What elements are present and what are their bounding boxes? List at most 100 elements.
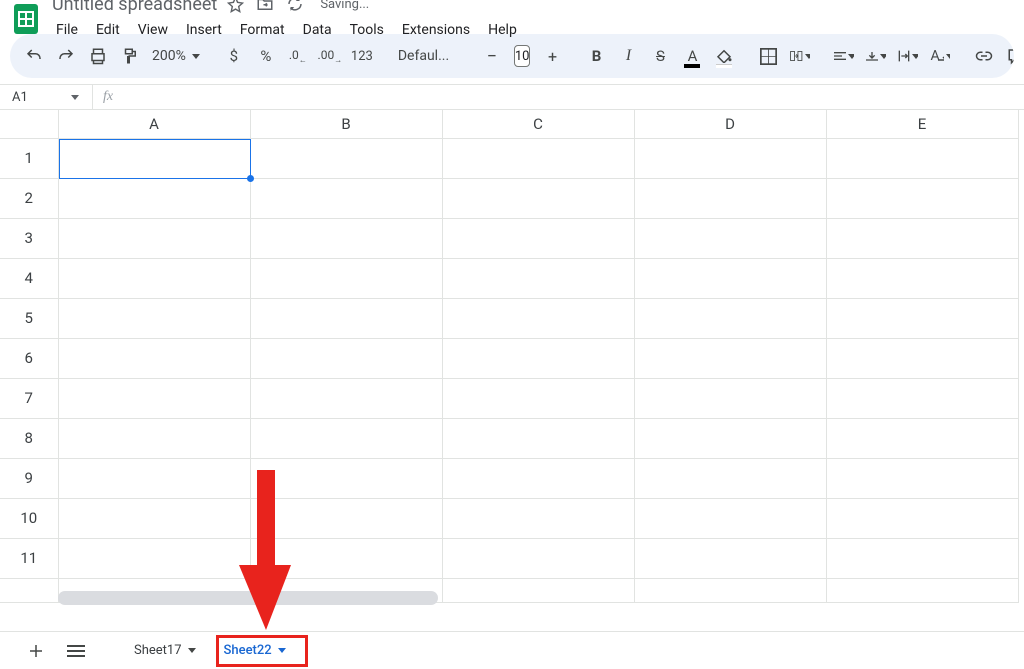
column-header-E[interactable]: E bbox=[826, 110, 1018, 138]
borders-button[interactable] bbox=[754, 41, 782, 71]
row-header-5[interactable]: 5 bbox=[0, 298, 58, 338]
select-all-corner[interactable] bbox=[0, 110, 58, 138]
cell[interactable] bbox=[442, 298, 634, 338]
horizontal-scrollbar[interactable] bbox=[58, 591, 438, 605]
cell[interactable] bbox=[58, 418, 250, 458]
cell[interactable] bbox=[442, 538, 634, 578]
column-header-D[interactable]: D bbox=[634, 110, 826, 138]
more-formats-button[interactable]: 123 bbox=[348, 41, 376, 71]
cell[interactable] bbox=[634, 178, 826, 218]
sheet-tab-menu-icon[interactable] bbox=[188, 648, 196, 653]
increase-font-button[interactable]: + bbox=[538, 41, 566, 71]
cell[interactable] bbox=[826, 138, 1018, 178]
cloud-sync-icon[interactable] bbox=[286, 0, 304, 13]
cell[interactable] bbox=[634, 138, 826, 178]
row-header-6[interactable]: 6 bbox=[0, 338, 58, 378]
cell[interactable] bbox=[634, 418, 826, 458]
font-size-input[interactable]: 10 bbox=[514, 45, 531, 67]
menu-format[interactable]: Format bbox=[232, 18, 293, 42]
column-header-B[interactable]: B bbox=[250, 110, 442, 138]
insert-link-button[interactable] bbox=[970, 41, 998, 71]
undo-button[interactable] bbox=[20, 41, 48, 71]
cell[interactable] bbox=[826, 538, 1018, 578]
cell[interactable] bbox=[634, 378, 826, 418]
add-sheet-button[interactable] bbox=[20, 636, 52, 666]
cell[interactable] bbox=[634, 338, 826, 378]
sheet-tab-sheet22[interactable]: Sheet22 bbox=[214, 636, 296, 666]
cell[interactable] bbox=[58, 458, 250, 498]
cell[interactable] bbox=[58, 538, 250, 578]
cell[interactable] bbox=[634, 298, 826, 338]
increase-decimal-button[interactable]: .00→ bbox=[316, 41, 344, 71]
cell[interactable] bbox=[826, 178, 1018, 218]
name-box-dropdown-icon[interactable] bbox=[58, 95, 92, 100]
row-header-2[interactable]: 2 bbox=[0, 178, 58, 218]
cell[interactable] bbox=[442, 178, 634, 218]
cell[interactable] bbox=[826, 218, 1018, 258]
print-button[interactable] bbox=[84, 41, 112, 71]
cell[interactable] bbox=[442, 378, 634, 418]
cell[interactable] bbox=[826, 258, 1018, 298]
bold-button[interactable]: B bbox=[582, 41, 610, 71]
menu-tools[interactable]: Tools bbox=[342, 18, 392, 42]
move-to-folder-icon[interactable] bbox=[256, 0, 274, 13]
percent-button[interactable]: % bbox=[252, 41, 280, 71]
insert-comment-button[interactable] bbox=[1002, 41, 1014, 71]
cell[interactable] bbox=[250, 218, 442, 258]
document-title[interactable]: Untitled spreadsheet bbox=[48, 0, 221, 17]
cell[interactable] bbox=[58, 298, 250, 338]
strikethrough-button[interactable]: S bbox=[646, 41, 674, 71]
text-rotation-button[interactable]: A bbox=[926, 41, 954, 71]
cell[interactable] bbox=[58, 138, 250, 178]
currency-button[interactable]: $ bbox=[220, 41, 248, 71]
vertical-align-button[interactable] bbox=[862, 41, 890, 71]
cell[interactable] bbox=[250, 338, 442, 378]
horizontal-align-button[interactable] bbox=[830, 41, 858, 71]
cell[interactable] bbox=[250, 178, 442, 218]
decrease-decimal-button[interactable]: .0← bbox=[284, 41, 312, 71]
menu-file[interactable]: File bbox=[48, 18, 86, 42]
cell[interactable] bbox=[634, 218, 826, 258]
row-header-3[interactable]: 3 bbox=[0, 218, 58, 258]
text-wrap-button[interactable] bbox=[894, 41, 922, 71]
cell[interactable] bbox=[826, 378, 1018, 418]
paint-format-button[interactable] bbox=[116, 41, 144, 71]
cell[interactable] bbox=[826, 578, 1018, 602]
cell[interactable] bbox=[826, 418, 1018, 458]
cell[interactable] bbox=[442, 138, 634, 178]
cell[interactable] bbox=[250, 298, 442, 338]
cell[interactable] bbox=[826, 338, 1018, 378]
star-icon[interactable] bbox=[227, 0, 244, 13]
menu-data[interactable]: Data bbox=[295, 18, 340, 42]
cell[interactable] bbox=[250, 138, 442, 178]
cell[interactable] bbox=[826, 298, 1018, 338]
text-color-button[interactable]: A bbox=[678, 41, 706, 71]
decrease-font-button[interactable]: − bbox=[478, 41, 506, 71]
name-box[interactable]: A1 bbox=[0, 90, 58, 105]
menu-extensions[interactable]: Extensions bbox=[394, 18, 478, 42]
cell[interactable] bbox=[442, 338, 634, 378]
row-header-9[interactable]: 9 bbox=[0, 458, 58, 498]
cell[interactable] bbox=[250, 458, 442, 498]
sheet-tab-menu-icon[interactable] bbox=[278, 648, 286, 653]
row-header-1[interactable]: 1 bbox=[0, 138, 58, 178]
cell[interactable] bbox=[58, 178, 250, 218]
all-sheets-button[interactable] bbox=[60, 636, 92, 666]
column-header-A[interactable]: A bbox=[58, 110, 250, 138]
font-family-dropdown[interactable]: Defaul... bbox=[392, 48, 462, 64]
cell[interactable] bbox=[58, 218, 250, 258]
cell[interactable] bbox=[58, 378, 250, 418]
cell[interactable] bbox=[634, 578, 826, 602]
cell[interactable] bbox=[634, 538, 826, 578]
cell[interactable] bbox=[442, 218, 634, 258]
row-header-7[interactable]: 7 bbox=[0, 378, 58, 418]
italic-button[interactable]: I bbox=[614, 41, 642, 71]
cell[interactable] bbox=[826, 458, 1018, 498]
cell[interactable] bbox=[250, 378, 442, 418]
row-header-partial[interactable] bbox=[0, 578, 58, 602]
merge-cells-button[interactable] bbox=[786, 41, 814, 71]
column-header-C[interactable]: C bbox=[442, 110, 634, 138]
cell[interactable] bbox=[250, 498, 442, 538]
row-header-11[interactable]: 11 bbox=[0, 538, 58, 578]
zoom-dropdown[interactable]: 200% bbox=[148, 48, 204, 64]
